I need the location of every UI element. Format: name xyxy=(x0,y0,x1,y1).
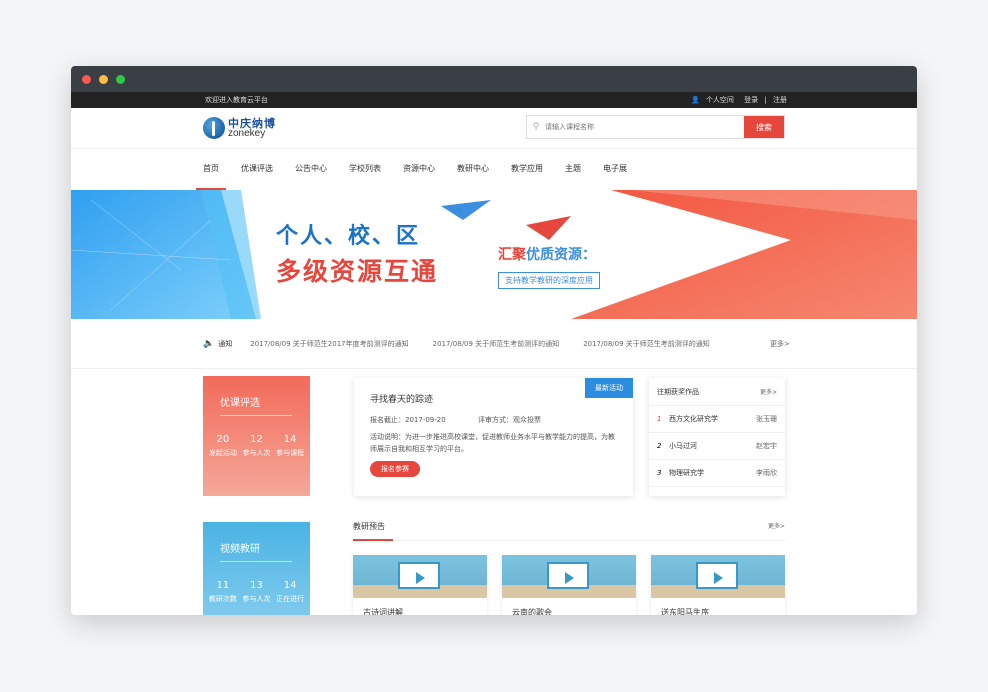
logo-cn: 中庆纳博 xyxy=(228,116,276,130)
activity-desc: 活动说明：为进一步推进高校课堂，促进教师业务水平与教学能力的提高，为教师展示自我… xyxy=(370,433,615,453)
browser-window: 欢迎进入教育云平台 👤 个人空间 登录 | 注册 中庆纳博 zonekey ⚲ … xyxy=(71,66,917,615)
welcome-text: 欢迎进入教育云平台 xyxy=(205,96,268,104)
list-item[interactable]: 3 物理研究学 李雨欣 xyxy=(649,460,785,487)
activity-card: 寻找春天的踪迹 最新活动 报名截止：2017-09-20 评审方式：观众投票 活… xyxy=(354,378,633,496)
stat-item: 12 参与人次 xyxy=(242,434,271,457)
notice-bar: 🔈 通知 2017/08/09 关于师范生2017年度考前测评的通知 2017/… xyxy=(71,319,917,369)
separator: | xyxy=(764,96,767,104)
latest-activity-badge: 最新活动 xyxy=(585,378,633,398)
nav-item-teaching-apps[interactable]: 教学应用 xyxy=(511,149,543,190)
banner-headline-b: 优质资源： xyxy=(526,247,596,263)
video-title: 云南的歌会 xyxy=(512,608,552,615)
research-more-link[interactable]: 更多> xyxy=(768,521,785,532)
video-thumbnail xyxy=(651,555,785,598)
main-nav: 首页 优课评选 公告中心 学校列表 资源中心 教研中心 教学应用 主题 电子展 xyxy=(71,148,917,190)
register-link[interactable]: 注册 xyxy=(773,96,787,104)
stat-item: 13 参与人次 xyxy=(242,580,271,603)
nav-item-research-center[interactable]: 教研中心 xyxy=(457,149,489,190)
banner-graphic xyxy=(71,190,917,319)
research-preview: 教研预告 更多> 古诗词讲解 云南的歌会 送东阳马生序 xyxy=(353,521,785,615)
notice-item[interactable]: 2017/08/09 关于师范生考前测评的通知 xyxy=(433,339,560,349)
maximize-dot-icon[interactable] xyxy=(116,74,125,84)
banner-sub: 支持教学教研的深度应用 xyxy=(498,272,600,289)
video-thumbnail xyxy=(353,555,487,598)
hero-banner[interactable]: 个人、校、区 多级资源互通 汇聚优质资源： 支持教学教研的深度应用 xyxy=(71,190,917,319)
banner-headline-a: 汇聚 xyxy=(498,247,526,263)
join-button[interactable]: 报名参赛 xyxy=(370,461,420,477)
logo-icon xyxy=(203,117,225,139)
speaker-icon: 🔈 xyxy=(203,338,215,349)
nav-item-topics[interactable]: 主题 xyxy=(565,149,581,190)
video-card[interactable]: 送东阳马生序 xyxy=(651,555,785,615)
login-link[interactable]: 登录 xyxy=(744,96,758,104)
nav-item-home[interactable]: 首页 xyxy=(196,149,226,190)
divider xyxy=(220,561,292,562)
awards-more-link[interactable]: 更多> xyxy=(760,387,777,396)
activity-deadline: 报名截止：2017-09-20 xyxy=(370,416,446,424)
card-title: 视频教研 xyxy=(220,544,260,555)
play-icon xyxy=(416,572,425,584)
close-dot-icon[interactable] xyxy=(82,74,91,84)
logo[interactable]: 中庆纳博 zonekey xyxy=(203,117,276,139)
list-item[interactable]: 1 西方文化研究学 张玉珊 xyxy=(649,406,785,433)
user-icon: 👤 xyxy=(690,96,700,104)
awards-panel: 往期获奖作品 更多> 1 西方文化研究学 张玉珊 2 小马过河 赵宏宇 3 物理… xyxy=(649,378,785,496)
search-icon: ⚲ xyxy=(532,122,540,132)
search-input[interactable] xyxy=(545,116,744,138)
minimize-dot-icon[interactable] xyxy=(99,74,108,84)
video-research-card[interactable]: 视频教研 11 教研次数 13 参与人次 14 正在进行 xyxy=(203,522,310,615)
logo-en: zonekey xyxy=(228,127,266,139)
card-title: 优课评选 xyxy=(220,398,260,409)
research-title: 教研预告 xyxy=(353,522,385,531)
nav-item-resource-center[interactable]: 资源中心 xyxy=(403,149,435,190)
stat-item: 14 参与课程 xyxy=(276,434,305,457)
stat-item: 11 教研次数 xyxy=(208,580,237,603)
video-title: 送东阳马生序 xyxy=(661,608,709,615)
account-links: 👤 个人空间 登录 | 注册 xyxy=(687,95,787,105)
activity-method: 评审方式：观众投票 xyxy=(478,416,541,424)
video-title: 古诗词讲解 xyxy=(363,608,403,615)
video-card[interactable]: 云南的歌会 xyxy=(502,555,636,615)
search-button[interactable]: 搜索 xyxy=(744,116,784,138)
banner-line2: 多级资源互通 xyxy=(276,257,439,286)
play-icon xyxy=(714,572,723,584)
main-content: 优课评选 20 发起活动 12 参与人次 14 参与课程 寻找春天的踪迹 最新活动 报… xyxy=(71,369,917,615)
video-thumbnail xyxy=(502,555,636,598)
window-chrome xyxy=(71,66,917,92)
play-icon xyxy=(565,572,574,584)
header: 中庆纳博 zonekey ⚲ 搜索 xyxy=(71,108,917,148)
divider xyxy=(220,415,292,416)
nav-item-exhibition[interactable]: 电子展 xyxy=(603,149,627,190)
notice-item[interactable]: 2017/08/09 关于师范生考前测评的通知 xyxy=(583,339,710,349)
search-box: ⚲ 搜索 xyxy=(526,115,785,139)
nav-item-course-selection[interactable]: 优课评选 xyxy=(241,149,273,190)
nav-item-notice-center[interactable]: 公告中心 xyxy=(295,149,327,190)
list-item[interactable]: 2 小马过河 赵宏宇 xyxy=(649,433,785,460)
notice-label: 通知 xyxy=(218,339,233,348)
banner-line1: 个人、校、区 xyxy=(276,224,421,249)
stat-item: 14 正在进行 xyxy=(276,580,305,603)
nav-item-school-list[interactable]: 学校列表 xyxy=(349,149,381,190)
course-selection-card[interactable]: 优课评选 20 发起活动 12 参与人次 14 参与课程 xyxy=(203,376,310,496)
banner-headline: 汇聚优质资源： xyxy=(498,244,596,264)
top-bar: 欢迎进入教育云平台 👤 个人空间 登录 | 注册 xyxy=(71,92,917,108)
video-card[interactable]: 古诗词讲解 xyxy=(353,555,487,615)
stat-item: 20 发起活动 xyxy=(208,434,237,457)
notice-more-link[interactable]: 更多> xyxy=(770,339,790,349)
notice-item[interactable]: 2017/08/09 关于师范生2017年度考前测评的通知 xyxy=(250,339,408,349)
awards-title: 往期获奖作品 xyxy=(657,387,699,396)
personal-space-link[interactable]: 个人空间 xyxy=(706,96,734,104)
